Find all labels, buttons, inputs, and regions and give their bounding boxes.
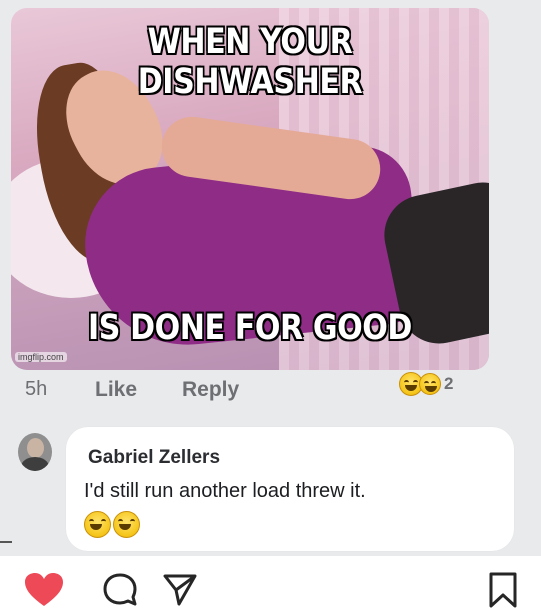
reaction-summary[interactable]: 2 (399, 372, 453, 400)
comment-text: I'd still run another load threw it. (84, 480, 366, 502)
laughing-emoji-icon (113, 511, 140, 538)
meme-bottom-text: IS DONE FOR GOOD (88, 308, 412, 348)
crying-laughing-emoji-icon (419, 373, 441, 395)
avatar[interactable] (18, 433, 52, 471)
comment-author[interactable]: Gabriel Zellers (88, 447, 220, 469)
facebook-comment-screenshot: WHEN YOUR DISHWASHER IS DONE FOR GOOD im… (0, 0, 541, 556)
like-button[interactable]: Like (95, 378, 137, 402)
meme-image: WHEN YOUR DISHWASHER IS DONE FOR GOOD im… (11, 8, 489, 370)
reaction-count: 2 (444, 374, 454, 393)
reply-button[interactable]: Reply (182, 378, 239, 402)
bookmark-icon[interactable] (488, 571, 518, 609)
share-icon[interactable] (162, 572, 198, 608)
heart-icon[interactable] (24, 572, 64, 608)
edge-mark (0, 541, 12, 543)
watermark: imgflip.com (15, 352, 67, 362)
comment-bubble: Gabriel Zellers I'd still run another lo… (66, 427, 514, 551)
comment-emojis (84, 511, 142, 538)
meme-top-text: WHEN YOUR DISHWASHER (137, 22, 363, 102)
timestamp: 5h (25, 378, 48, 400)
laughing-emoji-icon (84, 511, 111, 538)
bottom-action-bar (0, 556, 541, 613)
comment-icon[interactable] (102, 572, 138, 608)
